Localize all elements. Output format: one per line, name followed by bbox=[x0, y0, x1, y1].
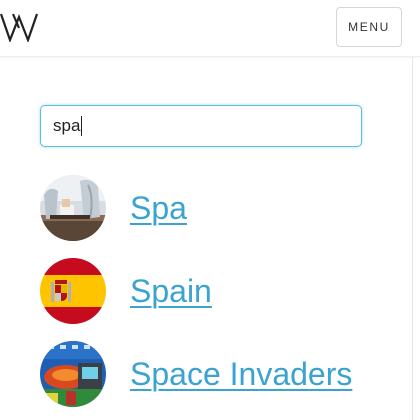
search-result-link[interactable]: Space Invaders bbox=[130, 356, 352, 393]
text-cursor bbox=[81, 116, 83, 136]
top-navigation-bar: MENU bbox=[0, 0, 420, 57]
space-invaders-thumbnail-image[interactable] bbox=[40, 341, 106, 407]
w-monogram-logo-icon[interactable] bbox=[0, 12, 40, 42]
search-result-link[interactable]: Spa bbox=[130, 190, 187, 227]
page: MENU spa Spa Spain Space Invaders bbox=[0, 0, 420, 420]
search-result-item[interactable]: Space Invaders bbox=[40, 341, 400, 407]
search-result-item[interactable]: Spain bbox=[40, 258, 400, 324]
menu-button[interactable]: MENU bbox=[336, 7, 402, 47]
content-divider bbox=[412, 57, 413, 420]
search-input-value: spa bbox=[53, 116, 81, 135]
spain-flag-image[interactable] bbox=[40, 258, 106, 324]
search-result-item[interactable]: Spa bbox=[40, 175, 400, 241]
search-input[interactable]: spa bbox=[40, 105, 362, 147]
search-result-link[interactable]: Spain bbox=[130, 273, 212, 310]
spa-thumbnail-image[interactable] bbox=[40, 175, 106, 241]
